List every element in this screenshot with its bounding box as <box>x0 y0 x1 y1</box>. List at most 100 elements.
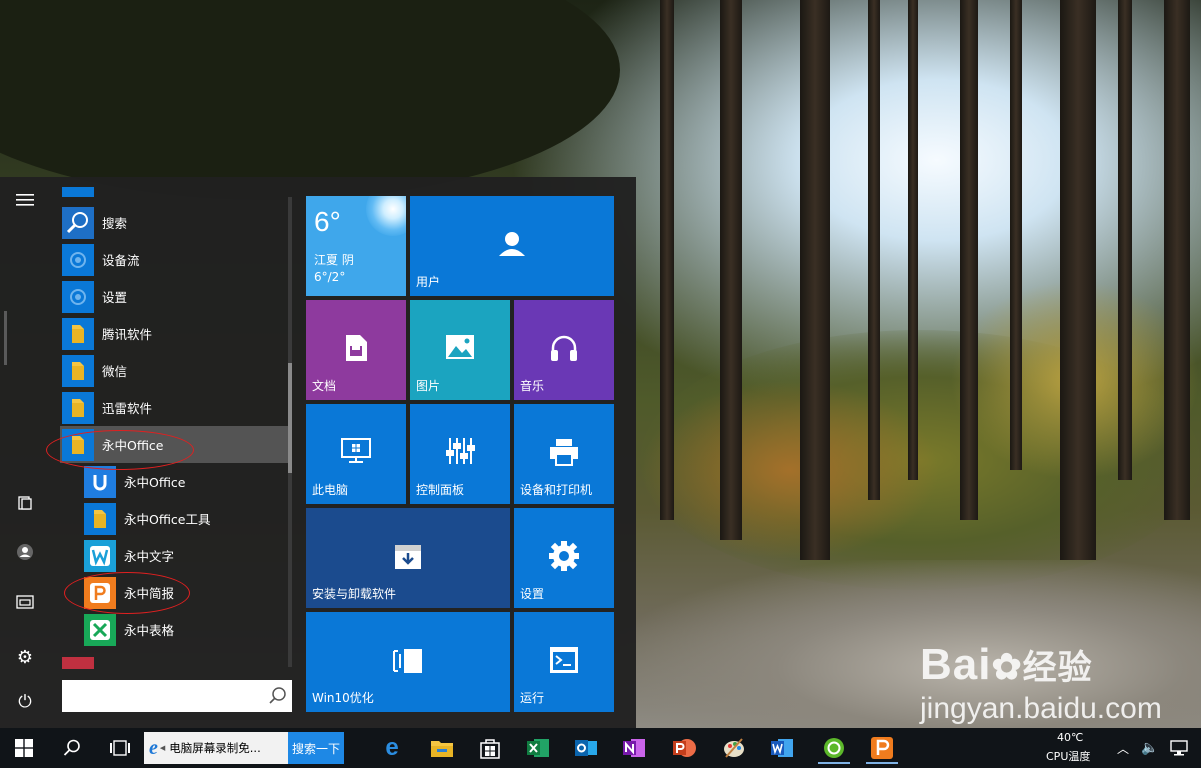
user-icon <box>17 544 33 560</box>
excel-icon <box>527 739 549 757</box>
run-tile[interactable]: 运行 <box>514 612 614 712</box>
documents-button[interactable] <box>0 483 50 523</box>
app-list-item[interactable]: 设置 <box>60 278 288 315</box>
paint-button[interactable] <box>718 732 750 764</box>
folder-icon <box>84 502 116 535</box>
gear-icon: ⚙ <box>16 646 34 668</box>
picture-icon <box>446 335 474 359</box>
music-tile[interactable]: 音乐 <box>514 300 614 400</box>
gear-icon <box>62 243 94 276</box>
powerpoint-icon <box>673 739 696 757</box>
list-item-partial <box>62 187 94 197</box>
sun-icon <box>366 196 406 236</box>
store-button[interactable] <box>474 732 506 764</box>
printer-icon <box>550 439 578 466</box>
tile-label: 图片 <box>416 379 441 393</box>
app-list-item[interactable]: 永中表格 <box>82 611 288 648</box>
tile-label: 音乐 <box>520 379 545 393</box>
sliders-icon <box>446 438 475 464</box>
tile-label: 安装与卸载软件 <box>312 587 397 601</box>
rail-scroll-indicator <box>4 311 7 365</box>
hamburger-icon <box>16 194 34 206</box>
app-list-item[interactable]: 搜索 <box>60 204 288 241</box>
control-panel-tile[interactable]: 控制面板 <box>410 404 510 504</box>
outlook-button[interactable] <box>570 732 602 764</box>
file-explorer-button[interactable] <box>426 732 458 764</box>
task-view-button[interactable] <box>96 728 144 768</box>
user-account-button[interactable] <box>0 532 50 572</box>
tile-label: 设置 <box>520 587 545 601</box>
taskbar: e ◀ 电脑屏幕录制免... 搜索一下 e 40℃ CPU温度 ︿ 🔈 <box>0 728 1201 768</box>
tile-label: 用户 <box>416 275 441 289</box>
install-uninstall-tile[interactable]: 安装与卸载软件 <box>306 508 510 608</box>
edge-button[interactable]: e <box>376 732 408 764</box>
folder-icon <box>62 354 94 387</box>
win10-optimize-tile[interactable]: Win10优化 <box>306 612 510 712</box>
power-icon: ⏻ <box>18 692 32 712</box>
pictures-tile[interactable]: 图片 <box>410 300 510 400</box>
search-icon <box>269 687 286 704</box>
internet-explorer-icon: e <box>149 736 158 759</box>
baidu-search-button[interactable]: 搜索一下 <box>288 732 344 764</box>
app-group[interactable]: 腾讯软件 <box>60 315 288 352</box>
start-button[interactable] <box>0 728 48 768</box>
search-input[interactable] <box>62 680 274 710</box>
paint-palette-icon <box>724 738 744 758</box>
edge-icon: e <box>385 734 399 761</box>
weather-temperature: 6° <box>314 206 341 237</box>
chevron-up-icon: ︿ <box>1116 741 1129 756</box>
excel-button[interactable] <box>522 732 554 764</box>
green-refresh-icon <box>824 738 844 758</box>
weather-city: 江夏 阴 <box>314 253 354 267</box>
cortana-search-button[interactable] <box>48 728 96 768</box>
app-list-item[interactable]: 设备流 <box>60 241 288 278</box>
yozo-presentation-taskbar-button[interactable] <box>866 732 898 764</box>
start-menu: ⚙ ⏻ 搜索 设备流 设置 腾讯软件 微信 迅雷软件 永中Office 永中Office 永中O… <box>0 177 636 728</box>
baidu-jingyan-watermark: Bai✿经验 jingyan.baidu.com <box>920 640 1162 725</box>
settings-button[interactable]: ⚙ <box>0 637 50 677</box>
app-list-item[interactable]: 永中Office工具 <box>82 500 288 537</box>
tile-label: 文档 <box>312 379 337 393</box>
show-hidden-icons-button[interactable]: ︿ <box>1110 728 1136 768</box>
documents-tile[interactable]: 文档 <box>306 300 406 400</box>
speaker-icon: 🔈 <box>1141 740 1159 756</box>
user-icon <box>499 232 525 256</box>
app-list-item-label: 设备流 <box>102 253 140 268</box>
app-list-item-label: 永中Office工具 <box>124 512 211 527</box>
app-group[interactable]: 微信 <box>60 352 288 389</box>
this-pc-tile[interactable]: 此电脑 <box>306 404 406 504</box>
app-running-button[interactable] <box>818 732 850 764</box>
word-icon <box>771 739 793 757</box>
powerpoint-button[interactable] <box>668 732 700 764</box>
weather-tile[interactable]: 6° 江夏 阴 6°/2° <box>306 196 406 296</box>
app-list-scrollbar-thumb[interactable] <box>288 363 292 473</box>
onenote-icon <box>623 739 645 757</box>
terminal-icon <box>550 647 578 673</box>
app-list-item-label: 微信 <box>102 364 128 379</box>
search-box[interactable] <box>62 680 292 712</box>
app-list-item-label: 永中文字 <box>124 549 175 564</box>
power-button[interactable]: ⏻ <box>0 682 50 722</box>
onenote-button[interactable] <box>618 732 650 764</box>
document-icon <box>346 335 367 361</box>
start-rail: ⚙ ⏻ <box>0 177 50 728</box>
outlook-icon <box>575 740 597 756</box>
yozo-writer-icon <box>84 539 116 572</box>
settings-tile[interactable]: 设置 <box>514 508 614 608</box>
file-explorer-button[interactable] <box>0 582 50 622</box>
word-button[interactable] <box>766 732 798 764</box>
annotation-ellipse <box>46 430 194 470</box>
volume-button[interactable]: 🔈 <box>1138 728 1162 768</box>
user-tile[interactable]: 用户 <box>410 196 614 296</box>
hamburger-menu-button[interactable] <box>0 180 50 220</box>
yozo-presentation-icon <box>871 737 893 759</box>
app-group[interactable]: 迅雷软件 <box>60 389 288 426</box>
store-icon <box>480 739 500 759</box>
cpu-temperature-label: CPU温度 <box>1046 750 1091 763</box>
file-explorer-icon <box>16 595 34 609</box>
ie-window-button[interactable]: e ◀ 电脑屏幕录制免... <box>144 732 288 764</box>
devices-printers-tile[interactable]: 设备和打印机 <box>514 404 614 504</box>
network-button[interactable] <box>1164 728 1194 768</box>
gear-icon <box>549 541 579 571</box>
app-list-item[interactable]: 永中文字 <box>82 537 288 574</box>
